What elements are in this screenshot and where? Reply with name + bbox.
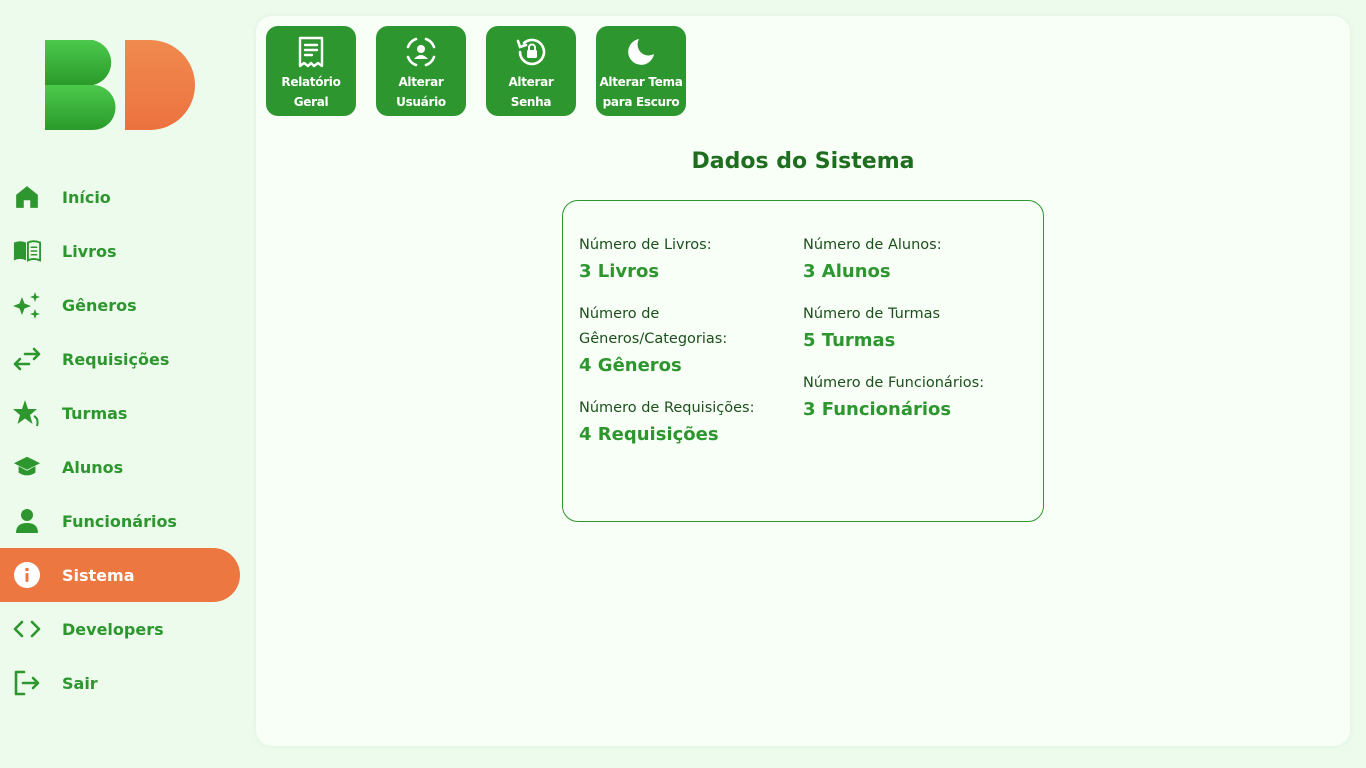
stat-value: 3 Alunos [803,261,891,282]
home-icon [13,183,41,211]
sidebar-item-developers[interactable]: Developers [0,602,240,656]
stat-label: Número de Alunos: [803,237,942,253]
alterar-usuario-button[interactable]: Alterar Usuário [376,26,466,116]
sidebar-item-label: Livros [62,241,117,261]
stat-value: 3 Funcionários [803,399,952,420]
stat-turmas: Número de Turmas 5 Turmas [803,302,1018,355]
sidebar-item-label: Alunos [62,457,124,477]
stat-funcionarios: Número de Funcionários: 3 Funcionários [803,371,1018,424]
sidebar-item-label: Requisições [62,349,170,369]
receipt-icon [293,34,329,70]
sidebar-item-livros[interactable]: Livros [0,224,240,278]
page-title: Dados do Sistema [691,149,915,174]
sidebar-item-funcionarios[interactable]: Funcionários [0,494,240,548]
stat-value: 4 Gêneros [579,355,682,376]
sidebar-item-alunos[interactable]: Alunos [0,440,240,494]
sidebar-item-turmas[interactable]: Turmas [0,386,240,440]
swap-arrows-icon [13,345,41,373]
sidebar-item-sistema[interactable]: Sistema [0,548,240,602]
logout-icon [13,669,41,697]
toolbar-button-label: Alterar Usuário [396,75,446,109]
sidebar-item-sair[interactable]: Sair [0,656,240,710]
stat-value: 3 Livros [579,261,660,282]
toolbar-button-label: Alterar Senha [508,75,554,109]
sidebar-item-label: Início [62,187,111,207]
graduation-cap-icon [13,453,41,481]
sidebar-item-label: Developers [62,619,164,639]
star-icon [13,399,41,427]
sidebar-item-label: Funcionários [62,511,177,531]
sidebar: Início Livros Gêneros Requisições Turmas… [0,0,256,768]
relatorio-geral-button[interactable]: Relatório Geral [266,26,356,116]
sidebar-item-inicio[interactable]: Início [0,170,240,224]
info-icon [13,561,41,589]
stat-value: 5 Turmas [803,330,896,351]
sidebar-item-label: Sistema [62,565,135,585]
stat-label: Número de Gêneros/Categorias: [579,306,728,347]
stat-livros: Número de Livros: 3 Livros [579,233,794,286]
stat-generos: Número de Gêneros/Categorias: 4 Gêneros [579,302,794,380]
stats-column-left: Número de Livros: 3 Livros Número de Gên… [579,233,794,465]
stat-label: Número de Turmas [803,306,941,322]
lock-reset-icon [513,34,549,70]
toolbar-button-label: Alterar Tema para Escuro [599,75,683,109]
stat-alunos: Número de Alunos: 3 Alunos [803,233,1018,286]
main-panel: Relatório Geral Alterar Usuário Alterar [256,16,1350,746]
sidebar-item-label: Turmas [62,403,128,423]
person-icon [13,507,41,535]
system-stats-card: Número de Livros: 3 Livros Número de Gên… [562,200,1044,522]
stat-label: Número de Funcionários: [803,375,985,391]
alterar-tema-button[interactable]: Alterar Tema para Escuro [596,26,686,116]
sidebar-item-label: Sair [62,673,98,693]
sidebar-item-label: Gêneros [62,295,137,315]
code-icon [13,615,41,643]
sidebar-item-generos[interactable]: Gêneros [0,278,240,332]
stat-label: Número de Requisições: [579,400,755,416]
stat-value: 4 Requisições [579,424,719,445]
moon-icon [623,34,659,70]
sidebar-item-requisicoes[interactable]: Requisições [0,332,240,386]
alterar-senha-button[interactable]: Alterar Senha [486,26,576,116]
stat-requisicoes: Número de Requisições: 4 Requisições [579,396,794,449]
app-logo[interactable] [45,40,195,130]
stat-label: Número de Livros: [579,237,712,253]
sparkles-icon [13,291,41,319]
toolbar-button-label: Relatório Geral [281,75,341,109]
stats-column-right: Número de Alunos: 3 Alunos Número de Tur… [803,233,1018,440]
book-icon [13,237,41,265]
user-scan-icon [403,34,439,70]
